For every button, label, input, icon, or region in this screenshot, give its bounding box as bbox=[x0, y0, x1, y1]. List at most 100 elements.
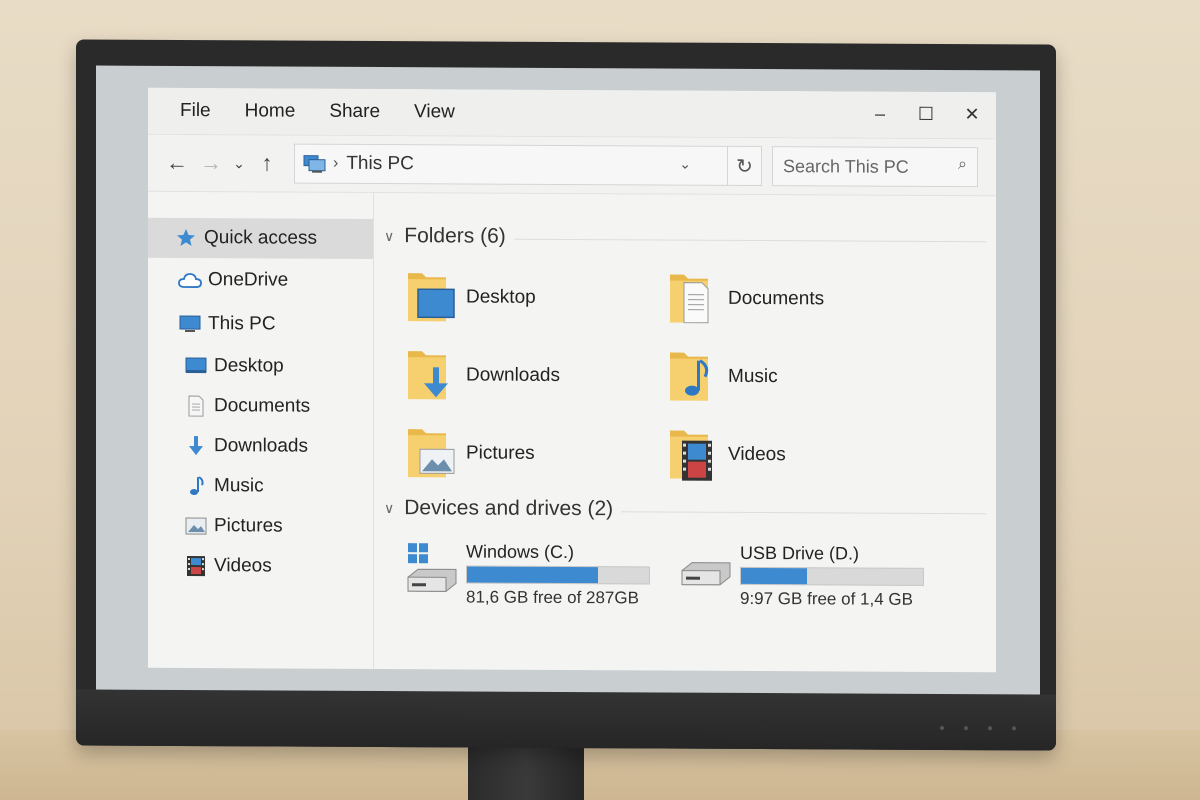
drive-usage-bar bbox=[466, 565, 650, 585]
drive-info: USB Drive (D.) 9:97 GB free of 1,4 GB bbox=[740, 541, 924, 610]
folder-label: Music bbox=[728, 365, 778, 388]
power-button[interactable] bbox=[1012, 726, 1016, 731]
explorer-body: Quick access OneDrive This PC Desktop Do… bbox=[148, 191, 996, 672]
content-pane: ∨ Folders (6) Desktop Documents Download… bbox=[374, 193, 996, 672]
drives-list: Windows (C.) 81,6 GB free of 287GB USB D… bbox=[384, 523, 986, 610]
file-explorer-window: File Home Share View – ☐ ✕ ← → ⌄ ↑ › Thi… bbox=[148, 87, 996, 673]
desktop-folder-icon bbox=[408, 273, 455, 322]
drive-c[interactable]: Windows (C.) 81,6 GB free of 287GB bbox=[406, 539, 666, 608]
usb-drive-icon bbox=[681, 562, 731, 586]
menu-home[interactable]: Home bbox=[245, 100, 296, 122]
search-box[interactable]: ⌕ bbox=[772, 146, 978, 188]
sidebar-item-label: Videos bbox=[214, 555, 272, 577]
sidebar-item-label: Downloads bbox=[214, 435, 308, 457]
group-divider bbox=[621, 510, 986, 514]
drive-usage-fill bbox=[741, 567, 807, 585]
address-bar[interactable]: › This PC ⌄ bbox=[294, 143, 728, 186]
folder-label: Desktop bbox=[466, 286, 536, 308]
sidebar-item-pictures[interactable]: Pictures bbox=[148, 506, 373, 547]
folder-label: Documents bbox=[728, 287, 825, 310]
computer-icon bbox=[178, 313, 202, 335]
sidebar-item-onedrive[interactable]: OneDrive bbox=[148, 258, 373, 303]
sidebar-item-this-pc[interactable]: This PC bbox=[148, 302, 373, 347]
breadcrumb-this-pc[interactable]: This PC bbox=[346, 153, 414, 175]
menu-file[interactable]: File bbox=[180, 100, 211, 122]
monitor-buttons bbox=[940, 725, 1016, 731]
music-folder-icon bbox=[670, 352, 709, 401]
folders-group-header[interactable]: ∨ Folders (6) bbox=[384, 221, 986, 254]
drive-d[interactable]: USB Drive (D.) 9:97 GB free of 1,4 GB bbox=[680, 541, 940, 610]
screen: File Home Share View – ☐ ✕ ← → ⌄ ↑ › Thi… bbox=[96, 65, 1040, 697]
music-icon bbox=[184, 475, 208, 497]
pictures-icon bbox=[184, 515, 208, 537]
monitor-button[interactable] bbox=[940, 725, 944, 730]
documents-folder-icon bbox=[670, 274, 709, 324]
pictures-folder-icon bbox=[408, 429, 455, 478]
menu-view[interactable]: View bbox=[414, 101, 455, 123]
group-divider bbox=[513, 238, 986, 242]
sidebar-item-videos[interactable]: Videos bbox=[148, 546, 373, 587]
folder-desktop[interactable]: Desktop bbox=[406, 267, 668, 328]
minimize-button[interactable]: – bbox=[870, 102, 890, 126]
sidebar-item-music[interactable]: Music bbox=[148, 466, 373, 507]
videos-icon bbox=[184, 555, 208, 577]
back-button[interactable]: ← bbox=[160, 146, 194, 180]
chevron-down-icon[interactable]: ∨ bbox=[384, 500, 394, 517]
refresh-button[interactable]: ↻ bbox=[728, 145, 762, 187]
folders-group-title: Folders (6) bbox=[404, 224, 506, 248]
downloads-folder-icon bbox=[408, 351, 448, 400]
sidebar-item-label: Desktop bbox=[214, 355, 284, 377]
folder-label: Pictures bbox=[466, 442, 535, 464]
drive-usage-fill bbox=[467, 566, 599, 584]
forward-button[interactable]: → bbox=[194, 146, 228, 180]
windows-drive-icon bbox=[407, 543, 457, 592]
sidebar-item-quick-access[interactable]: Quick access bbox=[148, 217, 373, 259]
sidebar-item-label: This PC bbox=[208, 313, 276, 335]
folder-documents[interactable]: Documents bbox=[668, 269, 930, 330]
maximize-button[interactable]: ☐ bbox=[916, 102, 936, 126]
address-dropdown-icon[interactable]: ⌄ bbox=[679, 156, 691, 173]
sidebar-item-label: OneDrive bbox=[208, 269, 289, 291]
drive-name: USB Drive (D.) bbox=[740, 542, 860, 564]
folder-downloads[interactable]: Downloads bbox=[406, 345, 668, 406]
sidebar-item-label: Music bbox=[214, 475, 264, 497]
folder-music[interactable]: Music bbox=[668, 347, 930, 408]
sidebar-item-label: Pictures bbox=[214, 515, 283, 537]
sidebar-item-label: Quick access bbox=[204, 227, 317, 249]
cloud-icon bbox=[178, 269, 202, 291]
navigation-bar: ← → ⌄ ↑ › This PC ⌄ ↻ ⌕ bbox=[148, 133, 996, 197]
videos-folder-icon bbox=[670, 430, 712, 481]
monitor: File Home Share View – ☐ ✕ ← → ⌄ ↑ › Thi… bbox=[76, 39, 1056, 751]
this-pc-icon bbox=[303, 155, 326, 173]
window-controls: – ☐ ✕ bbox=[870, 102, 982, 127]
search-icon[interactable]: ⌕ bbox=[958, 156, 967, 174]
folder-pictures[interactable]: Pictures bbox=[406, 423, 668, 484]
recent-locations-button[interactable]: ⌄ bbox=[228, 146, 250, 180]
chevron-down-icon[interactable]: ∨ bbox=[384, 228, 394, 245]
menu-share[interactable]: Share bbox=[329, 101, 380, 123]
drives-group-header[interactable]: ∨ Devices and drives (2) bbox=[384, 493, 986, 526]
sidebar-item-desktop[interactable]: Desktop bbox=[148, 346, 373, 387]
folder-videos[interactable]: Videos bbox=[668, 425, 930, 486]
drive-usage-bar bbox=[740, 566, 924, 586]
close-button[interactable]: ✕ bbox=[962, 102, 982, 126]
folder-label: Videos bbox=[728, 443, 786, 466]
drive-free-space: 9:97 GB free of 1,4 GB bbox=[740, 588, 913, 609]
up-button[interactable]: ↑ bbox=[250, 146, 284, 180]
ribbon-menu: File Home Share View – ☐ ✕ bbox=[148, 87, 996, 139]
monitor-bezel bbox=[76, 689, 1056, 751]
sidebar-item-downloads[interactable]: Downloads bbox=[148, 426, 373, 467]
folder-label: Downloads bbox=[466, 364, 560, 386]
navigation-pane: Quick access OneDrive This PC Desktop Do… bbox=[148, 191, 374, 669]
desktop-icon bbox=[184, 355, 208, 377]
drive-info: Windows (C.) 81,6 GB free of 287GB bbox=[466, 539, 650, 608]
monitor-button[interactable] bbox=[988, 726, 992, 731]
breadcrumb-separator: › bbox=[333, 154, 339, 172]
monitor-button[interactable] bbox=[964, 726, 968, 731]
drive-free-space: 81,6 GB free of 287GB bbox=[466, 587, 639, 608]
search-input[interactable] bbox=[783, 155, 943, 178]
document-icon bbox=[184, 395, 208, 417]
sidebar-item-documents[interactable]: Documents bbox=[148, 386, 373, 427]
drive-name: Windows (C.) bbox=[466, 541, 575, 563]
sidebar-item-label: Documents bbox=[214, 395, 311, 417]
